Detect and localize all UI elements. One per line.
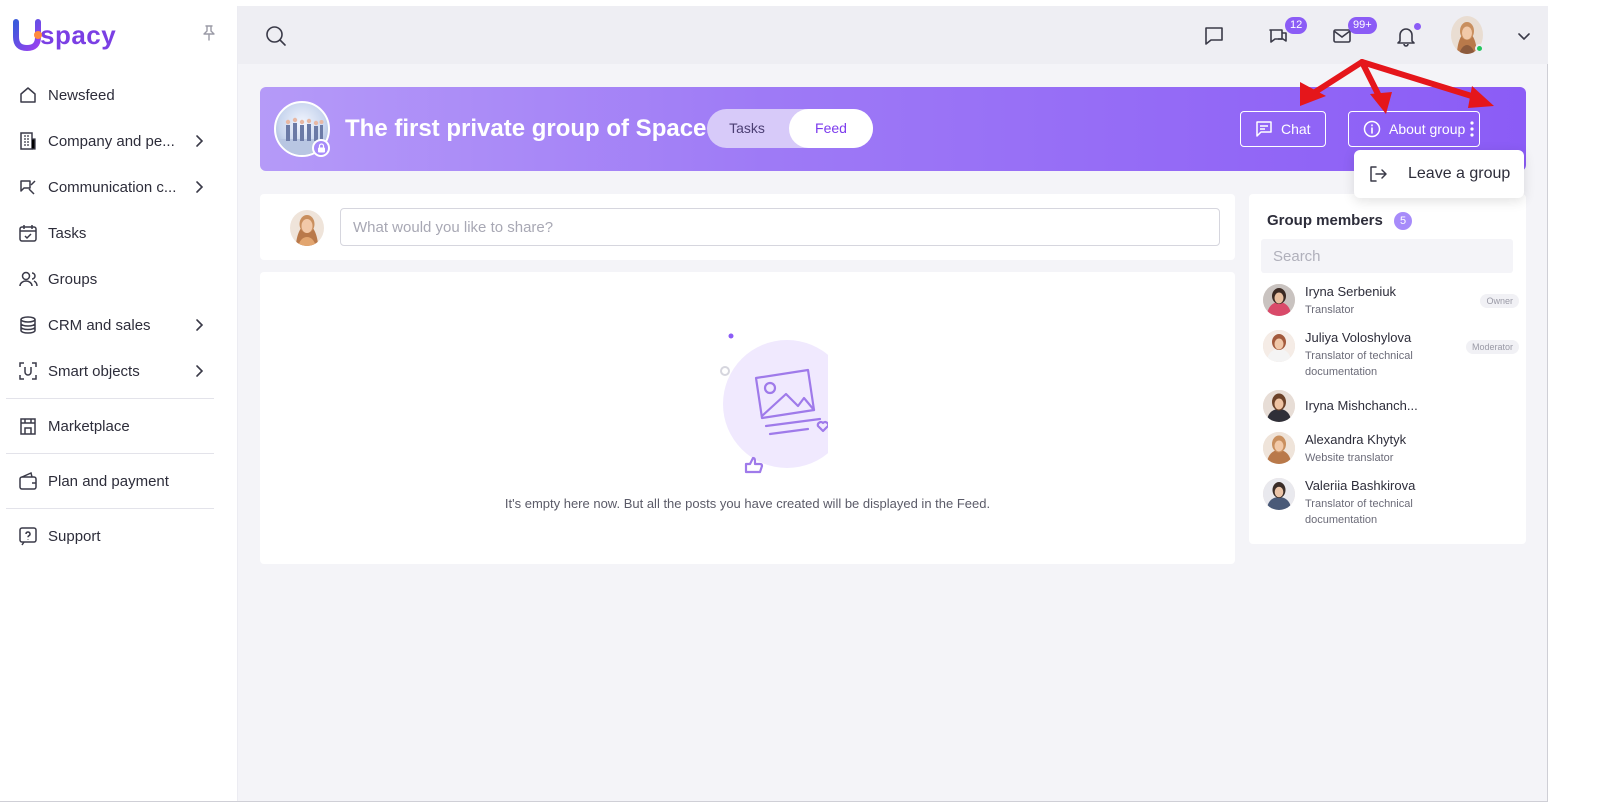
- notification-dot: [1414, 23, 1421, 30]
- sidebar-item-label: Company and pe...: [48, 132, 175, 150]
- about-group-button[interactable]: About group: [1348, 111, 1481, 147]
- chevron-right-icon: [192, 133, 206, 149]
- sidebar-divider: [6, 508, 214, 509]
- member-name: Valeriia Bashkirova: [1305, 478, 1416, 493]
- share-input[interactable]: [340, 208, 1220, 246]
- search-icon[interactable]: [264, 24, 288, 48]
- sidebar-item-plan-payment[interactable]: Plan and payment: [0, 458, 238, 504]
- view-toggle: Tasks Feed: [707, 109, 873, 148]
- message-icon[interactable]: [1201, 23, 1227, 49]
- chat-badge: 12: [1285, 17, 1308, 34]
- chevron-right-icon: [192, 317, 206, 333]
- member-avatar: [1263, 390, 1295, 422]
- sidebar-item-label: Support: [48, 527, 101, 545]
- tab-tasks[interactable]: Tasks: [707, 109, 787, 148]
- members-search-input[interactable]: [1261, 239, 1513, 273]
- sidebar-item-label: Groups: [48, 270, 98, 288]
- store-icon: [18, 416, 38, 436]
- sidebar-nav: Newsfeed Company and pe... Communication…: [0, 72, 238, 559]
- chat-button-label: Chat: [1281, 121, 1311, 137]
- online-status-dot: [1475, 44, 1484, 53]
- sidebar: spacy Newsfeed Company and pe... Communi…: [0, 6, 238, 801]
- logo[interactable]: spacy: [12, 18, 116, 52]
- sidebar-item-support[interactable]: Support: [0, 513, 238, 559]
- group-banner: The first private group of Space Tasks F…: [260, 87, 1526, 171]
- logo-text: spacy: [40, 19, 117, 50]
- sidebar-divider: [6, 453, 214, 454]
- member-name: Juliya Voloshylova: [1305, 330, 1412, 345]
- sidebar-item-label: Smart objects: [48, 362, 140, 380]
- help-icon: [18, 526, 38, 546]
- mail-badge: 99+: [1348, 17, 1377, 34]
- member-role-tag: Moderator: [1465, 340, 1519, 354]
- leave-group-label: Leave a group: [1408, 165, 1511, 182]
- member-role: Translator of technical documentation: [1305, 498, 1413, 526]
- smart-object-icon: [18, 361, 38, 381]
- exit-icon: [1368, 164, 1388, 184]
- member-role: Translator of technical documentation: [1305, 350, 1413, 378]
- app-window: spacy Newsfeed Company and pe... Communi…: [0, 6, 1548, 802]
- group-title: The first private group of Space: [345, 115, 707, 142]
- lock-icon: [312, 139, 330, 157]
- sidebar-item-label: Communication c...: [48, 178, 177, 196]
- member-name: Iryna Serbeniuk: [1305, 284, 1397, 299]
- member-role-tag: Owner: [1480, 294, 1519, 308]
- member-name: Iryna Mishchanch...: [1305, 398, 1418, 413]
- member-avatar: [1263, 284, 1295, 316]
- sidebar-item-label: Tasks: [48, 224, 87, 242]
- member-avatar: [1263, 478, 1295, 510]
- sidebar-item-label: CRM and sales: [48, 316, 151, 334]
- top-bar: 12 99+: [238, 6, 1548, 64]
- chevron-down-icon[interactable]: [1511, 23, 1537, 49]
- post-composer: [260, 194, 1235, 260]
- chevron-right-icon: [192, 179, 206, 195]
- empty-feed-message: It's empty here now. But all the posts y…: [504, 496, 991, 511]
- sidebar-item-label: Newsfeed: [48, 86, 115, 104]
- member-avatar: [1263, 432, 1295, 464]
- sidebar-item-newsfeed[interactable]: Newsfeed: [0, 72, 238, 118]
- building-icon: [18, 131, 38, 151]
- member-role: Translator: [1305, 304, 1355, 316]
- sidebar-item-company[interactable]: Company and pe...: [0, 118, 238, 164]
- pin-icon[interactable]: [200, 24, 218, 42]
- members-title: Group members: [1267, 212, 1383, 229]
- leave-group-menu-item[interactable]: Leave a group: [1354, 150, 1524, 198]
- empty-feed-illustration: [658, 326, 859, 478]
- chat-button[interactable]: Chat: [1240, 111, 1326, 147]
- sidebar-item-communication[interactable]: Communication c...: [0, 164, 238, 210]
- tab-feed[interactable]: Feed: [789, 109, 873, 148]
- chat-bubble-icon: [1255, 120, 1273, 138]
- members-count-badge: 5: [1394, 212, 1412, 230]
- sidebar-item-crm[interactable]: CRM and sales: [0, 302, 238, 348]
- feed-panel: It's empty here now. But all the posts y…: [260, 272, 1235, 564]
- sidebar-item-label: Marketplace: [48, 417, 130, 435]
- more-options-icon[interactable]: [1464, 117, 1480, 141]
- sidebar-item-groups[interactable]: Groups: [0, 256, 238, 302]
- chevron-right-icon: [192, 363, 206, 379]
- member-avatar: [1263, 330, 1295, 362]
- logo-mark-icon: [12, 19, 42, 52]
- sidebar-item-marketplace[interactable]: Marketplace: [0, 403, 238, 449]
- sidebar-item-label: Plan and payment: [48, 472, 169, 490]
- wallet-icon: [18, 471, 38, 491]
- home-icon: [18, 85, 38, 105]
- member-role: Website translator: [1305, 452, 1394, 464]
- communication-icon: [18, 177, 38, 197]
- database-icon: [18, 315, 38, 335]
- sidebar-item-smart-objects[interactable]: Smart objects: [0, 348, 238, 394]
- info-icon: [1363, 120, 1381, 138]
- member-name: Alexandra Khytyk: [1305, 432, 1407, 447]
- about-group-label: About group: [1389, 121, 1466, 137]
- composer-avatar: [290, 210, 324, 246]
- users-icon: [18, 269, 38, 289]
- sidebar-divider: [6, 398, 214, 399]
- sidebar-item-tasks[interactable]: Tasks: [0, 210, 238, 256]
- calendar-check-icon: [18, 223, 38, 243]
- group-members-panel: Group members 5 Iryna Serbeniuk Translat…: [1249, 194, 1526, 544]
